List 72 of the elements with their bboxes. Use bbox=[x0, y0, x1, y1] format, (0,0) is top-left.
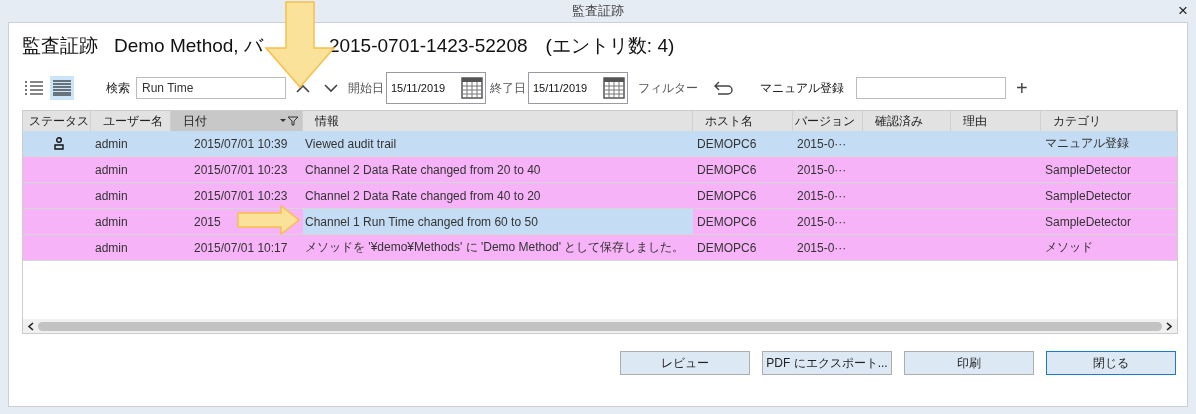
window-title: 監査証跡 bbox=[572, 2, 624, 20]
dialog-button[interactable]: PDF にエクスポート... bbox=[762, 351, 892, 375]
filter-label: フィルター bbox=[638, 79, 698, 97]
manual-entry-field[interactable] bbox=[856, 77, 1006, 99]
date-cell: 2015/07/01 10:17 bbox=[171, 235, 303, 261]
version-cell: 2015-0··· bbox=[793, 209, 863, 235]
list-icon bbox=[25, 80, 43, 96]
column-header[interactable]: 確認済み bbox=[863, 111, 951, 131]
category-cell: メソッド bbox=[1041, 235, 1177, 261]
version-cell: 2015-0··· bbox=[793, 183, 863, 209]
host-cell: DEMOPC6 bbox=[693, 157, 793, 183]
undo-icon[interactable] bbox=[714, 81, 734, 95]
user-cell: admin bbox=[91, 183, 171, 209]
column-header[interactable]: カテゴリ bbox=[1041, 111, 1177, 131]
version-cell: 2015-0··· bbox=[793, 131, 863, 157]
dialog-button[interactable]: 印刷 bbox=[904, 351, 1034, 375]
manual-entry-label: マニュアル登録 bbox=[760, 79, 844, 97]
start-date-field[interactable]: 15/11/2019 bbox=[386, 72, 486, 104]
host-cell: DEMOPC6 bbox=[693, 131, 793, 157]
info-cell: Channel 2 Data Rate changed from 20 to 40 bbox=[303, 157, 693, 183]
next-icon[interactable] bbox=[324, 83, 338, 93]
host-cell: DEMOPC6 bbox=[693, 183, 793, 209]
start-date-label: 開始日 bbox=[348, 79, 384, 97]
version-cell: 2015-0··· bbox=[793, 157, 863, 183]
user-cell: admin bbox=[91, 131, 171, 157]
host-cell: DEMOPC6 bbox=[693, 209, 793, 235]
column-header[interactable]: バージョン bbox=[793, 111, 863, 131]
dialog-button[interactable]: 閉じる bbox=[1046, 351, 1176, 375]
scroll-right-icon[interactable] bbox=[1166, 321, 1173, 331]
column-header[interactable]: 理由 bbox=[951, 111, 1041, 131]
column-header[interactable]: 日付 bbox=[171, 111, 303, 131]
date-cell: 2015/07/01 10:39 bbox=[171, 131, 303, 157]
add-button[interactable]: + bbox=[1016, 78, 1028, 98]
horizontal-scrollbar[interactable] bbox=[23, 319, 1177, 333]
close-button[interactable]: × bbox=[1176, 2, 1190, 19]
calendar-icon[interactable] bbox=[461, 77, 483, 99]
end-date-field[interactable]: 15/11/2019 bbox=[528, 72, 628, 104]
version-cell: 2015-0··· bbox=[793, 235, 863, 261]
category-cell: SampleDetector bbox=[1041, 183, 1177, 209]
column-header[interactable]: ホスト名 bbox=[693, 111, 793, 131]
column-header[interactable]: ユーザー名 bbox=[91, 111, 171, 131]
person-icon bbox=[54, 137, 64, 150]
heading-count: (エントリ数: 4) bbox=[545, 34, 675, 58]
date-cell: 2015/07/01 10:23 bbox=[171, 157, 303, 183]
search-field[interactable]: Run Time bbox=[136, 77, 286, 99]
sort-filter-icon[interactable] bbox=[279, 116, 299, 126]
date-cell: 2015/07/01 10:23 bbox=[171, 183, 303, 209]
category-cell: SampleDetector bbox=[1041, 157, 1177, 183]
user-cell: admin bbox=[91, 235, 171, 261]
heading-version: 2015-0701-1423-52208 bbox=[328, 35, 528, 57]
search-label: 検索 bbox=[106, 79, 130, 97]
view-mode-button[interactable] bbox=[50, 76, 74, 100]
end-date-label: 終了日 bbox=[490, 79, 526, 97]
column-header[interactable]: 情報 bbox=[303, 111, 693, 131]
heading-title: 監査証跡 bbox=[22, 34, 98, 58]
details-icon bbox=[53, 80, 71, 96]
category-cell: SampleDetector bbox=[1041, 209, 1177, 235]
heading-method: Demo Method, バ bbox=[114, 34, 263, 58]
info-cell: メソッドを '¥demo¥Methods' に 'Demo Method' として保存しました。 bbox=[303, 235, 693, 261]
info-cell: Viewed audit trail bbox=[303, 131, 693, 157]
calendar-icon[interactable] bbox=[603, 77, 625, 99]
user-cell: admin bbox=[91, 157, 171, 183]
host-cell: DEMOPC6 bbox=[693, 235, 793, 261]
scroll-left-icon[interactable] bbox=[27, 321, 34, 331]
category-cell: マニュアル登録 bbox=[1041, 131, 1177, 157]
right-arrow-annotation bbox=[237, 205, 301, 235]
dialog-button[interactable]: レビュー bbox=[620, 351, 750, 375]
user-cell: admin bbox=[91, 209, 171, 235]
previous-icon[interactable] bbox=[296, 83, 310, 93]
info-cell: Channel 1 Run Time changed from 60 to 50 bbox=[303, 209, 693, 235]
column-header[interactable]: ステータス bbox=[23, 111, 91, 131]
info-cell: Channel 2 Data Rate changed from 40 to 20 bbox=[303, 183, 693, 209]
